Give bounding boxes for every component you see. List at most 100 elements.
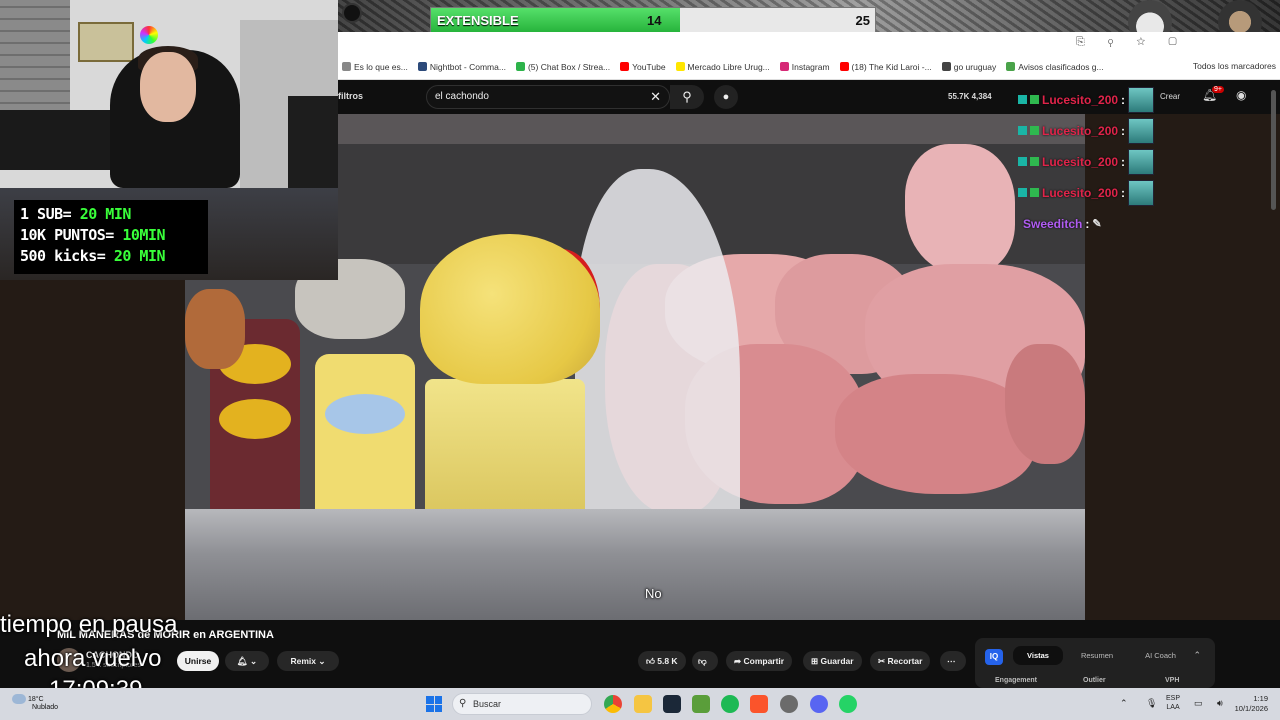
vidiq-tabs: Vistas Resumen AI Coach bbox=[1013, 646, 1190, 665]
chrome-icon[interactable] bbox=[604, 695, 622, 713]
bookmark-label: Es lo que es... bbox=[354, 61, 408, 72]
sub-goals-panel: 1 SUB= 20 MIN 10K PUNTOS= 10MIN 500 kick… bbox=[14, 200, 208, 274]
bookmark-icon bbox=[417, 62, 427, 71]
remix-button[interactable]: Remix ⌄ bbox=[277, 651, 339, 671]
goal-progress-current: 14 bbox=[647, 13, 662, 28]
clip-button[interactable]: ✂ Recortar bbox=[870, 651, 931, 671]
bookmark-item[interactable]: Instagram bbox=[779, 61, 830, 72]
bookmark-item[interactable]: Avisos clasificados g... bbox=[1006, 61, 1104, 72]
emote-icon bbox=[1128, 179, 1155, 206]
file-explorer-icon[interactable] bbox=[634, 695, 652, 713]
bookmark-icon bbox=[839, 62, 849, 71]
more-actions-icon[interactable]: ⋯ bbox=[940, 651, 966, 671]
outlier-label: Outlier bbox=[1083, 677, 1106, 684]
chat-username: Sweeditch bbox=[1023, 216, 1083, 231]
taskbar-clock[interactable]: 1:19 10/1/2026 bbox=[1224, 694, 1268, 714]
goal-progress-max: 25 bbox=[855, 13, 870, 28]
sticker-icon: ✎ bbox=[1092, 218, 1102, 230]
emote-icon bbox=[1128, 86, 1155, 113]
subscribe-bell-button[interactable]: 🔔︎ ⌄ bbox=[225, 651, 269, 671]
like-button[interactable]: 👍︎ 5.8 K bbox=[638, 651, 686, 671]
meat-piece bbox=[1005, 344, 1085, 464]
chat-overlay: Lucesito_200 : Lucesito_200 : Lucesito_2… bbox=[1018, 84, 1280, 239]
cheese-block bbox=[425, 379, 585, 529]
cloud-icon bbox=[12, 694, 26, 704]
brave-icon[interactable] bbox=[750, 695, 768, 713]
goal-progress-label: EXTENSIBLE bbox=[437, 13, 519, 28]
goal-progress-bar: EXTENSIBLE 14 25 bbox=[430, 7, 876, 33]
page-scrollbar[interactable] bbox=[1271, 90, 1276, 210]
bookmark-item[interactable]: YouTube bbox=[620, 61, 666, 72]
collapse-icon[interactable]: ⌃ bbox=[1193, 650, 1201, 661]
spotify-icon[interactable] bbox=[721, 695, 739, 713]
bookmark-item[interactable]: Nightbot - Comma... bbox=[417, 61, 506, 72]
badge-icon bbox=[1030, 126, 1039, 135]
taskbar-search[interactable]: ⚲ Buscar bbox=[452, 693, 592, 715]
search-icon: ⚲ bbox=[459, 698, 467, 709]
system-tray-icons[interactable]: ⌃ 🎙︎ bbox=[1120, 698, 1165, 709]
bookmark-item[interactable]: Mercado Libre Urug... bbox=[675, 62, 770, 72]
weather-widget[interactable]: 18°C Nublado bbox=[12, 694, 58, 711]
plastic-bag bbox=[575, 169, 740, 549]
meat-piece bbox=[905, 144, 1015, 274]
search-input[interactable]: el cachondo ✕ bbox=[426, 85, 670, 109]
tab-resumen[interactable]: Resumen bbox=[1067, 646, 1127, 665]
chat-username: Lucesito_200 bbox=[1042, 185, 1119, 200]
whatsapp-icon[interactable] bbox=[839, 695, 857, 713]
screen: EXTENSIBLE 14 25 x14 x6 ⎘ ⚲ ☆ ▢ Es lo qu… bbox=[0, 0, 1280, 720]
obs-icon[interactable] bbox=[780, 695, 798, 713]
bookmark-item[interactable]: (5) Chat Box / Strea... bbox=[515, 61, 611, 72]
all-bookmarks-link[interactable]: Todos los marcadores bbox=[1193, 61, 1276, 71]
chat-username: Lucesito_200 bbox=[1042, 123, 1119, 138]
video-subtitle: No bbox=[645, 586, 662, 601]
language-indicator[interactable]: ESP LAA bbox=[1166, 694, 1180, 712]
vidiq-panel: IQ Vistas Resumen AI Coach ⌃ Engagement … bbox=[975, 638, 1215, 688]
bookmark-label: Nightbot - Comma... bbox=[429, 61, 506, 72]
steam-icon[interactable] bbox=[663, 695, 681, 713]
search-icon[interactable]: ⚲ bbox=[670, 85, 704, 109]
bookmark-label: YouTube bbox=[632, 61, 666, 72]
bookmark-icon bbox=[675, 62, 685, 71]
clear-search-icon[interactable]: ✕ bbox=[650, 89, 661, 105]
weather-condition: Nublado bbox=[32, 704, 59, 711]
windows-taskbar: 18°C Nublado ⚲ Buscar ⌃ 🎙︎ ESP LAA ▭ 🔊︎ 1… bbox=[0, 688, 1280, 720]
clip-label: Recortar bbox=[887, 656, 923, 666]
start-icon[interactable] bbox=[426, 696, 442, 712]
dislike-button[interactable]: 👎︎ bbox=[692, 651, 718, 671]
emote-icon bbox=[1128, 117, 1155, 144]
badge-icon bbox=[1018, 95, 1027, 104]
bookmark-label: (5) Chat Box / Strea... bbox=[527, 61, 611, 72]
bookmark-icon bbox=[1006, 62, 1016, 71]
weather-temp: 18°C bbox=[27, 695, 44, 703]
join-button[interactable]: Unirse bbox=[177, 651, 219, 671]
chat-username: Lucesito_200 bbox=[1042, 92, 1119, 107]
browser-toolbar-icons[interactable]: ⎘ ⚲ ☆ ▢ bbox=[1076, 36, 1187, 49]
webcam-overlay bbox=[0, 0, 338, 188]
bookmark-label: Instagram bbox=[791, 61, 830, 72]
bookmark-item[interactable]: Es lo que es... bbox=[342, 62, 408, 72]
goal-line-2: 10K PUNTOS= 10MIN bbox=[20, 226, 166, 244]
bookmark-label: go uruguay bbox=[953, 61, 997, 72]
tab-ai-coach[interactable]: AI Coach bbox=[1131, 646, 1190, 665]
bookmark-icon bbox=[779, 62, 789, 71]
bookmark-label: Avisos clasificados g... bbox=[1018, 61, 1104, 72]
share-label: Compartir bbox=[743, 656, 785, 666]
chat-message: Lucesito_200 : bbox=[1018, 146, 1280, 177]
microphone-icon[interactable]: ● bbox=[714, 85, 738, 109]
like-count: 5.8 K bbox=[657, 656, 678, 666]
bookmark-icon bbox=[941, 62, 951, 71]
save-button[interactable]: ⊞ Guardar bbox=[803, 651, 862, 671]
bookmark-item[interactable]: (18) The Kid Laroi -... bbox=[839, 62, 932, 72]
minecraft-icon[interactable] bbox=[692, 695, 710, 713]
stream-logo-icon bbox=[342, 3, 362, 23]
share-button[interactable]: ➦ Compartir bbox=[726, 651, 793, 671]
discord-icon[interactable] bbox=[810, 695, 828, 713]
emote-icon bbox=[1128, 148, 1155, 175]
tab-vistas[interactable]: Vistas bbox=[1013, 646, 1063, 665]
bookmark-icon bbox=[342, 62, 351, 71]
pause-text: tiempo en pausa bbox=[0, 611, 178, 638]
chat-username: Lucesito_200 bbox=[1042, 154, 1119, 169]
bookmark-item[interactable]: go uruguay bbox=[941, 61, 997, 72]
badge-icon bbox=[1030, 188, 1039, 197]
filters-button[interactable]: filtros bbox=[338, 91, 363, 101]
